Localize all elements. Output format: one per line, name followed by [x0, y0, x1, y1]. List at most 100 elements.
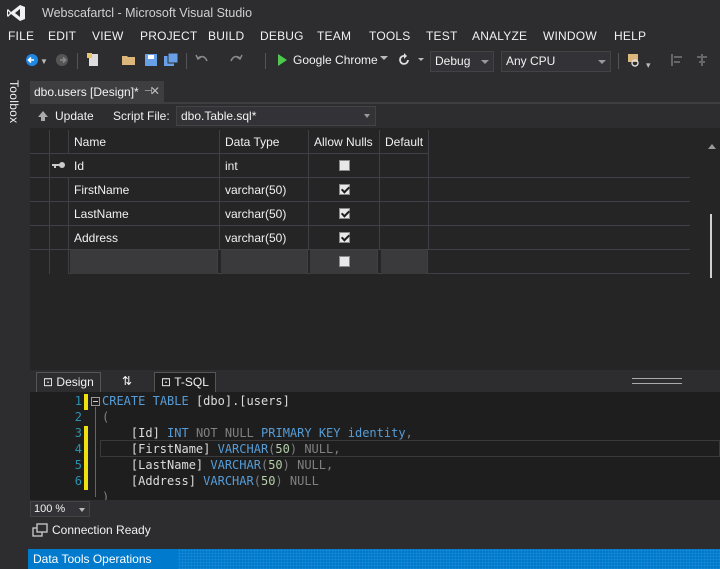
start-debugging-icon[interactable]: [274, 52, 290, 68]
designer-pane-tabs: ⊡ Design ⇅ ⊡ T-SQL: [30, 370, 720, 392]
code-line[interactable]: [LastName] VARCHAR(50) NULL,: [102, 458, 333, 472]
allow-nulls-checkbox[interactable]: [339, 160, 350, 171]
platform-dropdown[interactable]: Any CPU: [501, 51, 611, 72]
new-project-icon[interactable]: [86, 52, 102, 68]
new-table-row[interactable]: [30, 250, 690, 274]
row-selector[interactable]: [30, 202, 50, 226]
cell-data-type[interactable]: int: [220, 154, 309, 178]
vertical-scrollbar[interactable]: [706, 134, 718, 364]
menu-file[interactable]: FILE: [8, 29, 34, 43]
allow-nulls-checkbox[interactable]: [339, 184, 350, 195]
menu-debug[interactable]: DEBUG: [260, 29, 304, 43]
refresh-icon[interactable]: [396, 52, 412, 68]
outline-guide: [95, 407, 96, 497]
cell-data-type-new[interactable]: [221, 250, 308, 274]
column-header-name[interactable]: Name: [69, 130, 220, 154]
close-tab-icon[interactable]: ✕: [150, 84, 160, 98]
configuration-value: Debug: [435, 54, 471, 68]
menu-test[interactable]: TEST: [426, 29, 457, 43]
code-line[interactable]: CREATE TABLE [dbo].[users]: [102, 394, 290, 408]
menu-window[interactable]: WINDOW: [543, 29, 597, 43]
navigate-back-icon[interactable]: [24, 52, 40, 68]
menu-help[interactable]: HELP: [614, 29, 646, 43]
scroll-up-icon[interactable]: [708, 144, 716, 149]
row-selector[interactable]: [30, 154, 50, 178]
cell-default[interactable]: [380, 226, 429, 250]
table-row[interactable]: Address varchar(50): [30, 226, 690, 250]
save-icon[interactable]: [143, 52, 159, 68]
column-header-allow-nulls[interactable]: Allow Nulls: [309, 130, 380, 154]
allow-nulls-checkbox[interactable]: [339, 208, 350, 219]
browser-target[interactable]: Google Chrome: [293, 53, 378, 67]
platform-value: Any CPU: [506, 54, 556, 68]
undo-icon[interactable]: [194, 52, 210, 68]
document-tab[interactable]: dbo.users [Design]* ⊣: [30, 81, 164, 102]
menu-team[interactable]: TEAM: [317, 29, 351, 43]
row-header-corner: [30, 130, 50, 154]
menu-project[interactable]: PROJECT: [140, 29, 197, 43]
find-in-files-icon[interactable]: [626, 52, 642, 68]
update-button[interactable]: Update: [36, 107, 94, 125]
connection-status: Connection Ready: [52, 523, 151, 537]
scrollbar-thumb[interactable]: [710, 214, 712, 278]
code-line[interactable]: [Address] VARCHAR(50) NULL: [102, 474, 319, 488]
cell-name[interactable]: FirstName: [69, 178, 220, 202]
menu-edit[interactable]: EDIT: [48, 29, 76, 43]
cell-name-new[interactable]: [70, 250, 218, 274]
browser-dropdown-icon[interactable]: [380, 56, 388, 60]
change-marker: [84, 426, 88, 490]
refresh-dropdown-icon[interactable]: [418, 58, 424, 61]
cell-default-new[interactable]: [381, 250, 428, 274]
code-line[interactable]: (: [102, 410, 109, 424]
script-file-label: Script File:: [113, 109, 170, 123]
align-center-icon[interactable]: [694, 52, 710, 68]
configuration-dropdown[interactable]: Debug: [430, 51, 494, 72]
change-marker: [84, 394, 88, 410]
redo-icon[interactable]: [228, 52, 244, 68]
menu-build[interactable]: BUILD: [208, 29, 244, 43]
row-selector[interactable]: [30, 250, 50, 274]
column-header-default[interactable]: Default: [380, 130, 429, 154]
allow-nulls-checkbox[interactable]: [339, 256, 350, 267]
cell-data-type[interactable]: varchar(50): [220, 178, 309, 202]
navigate-forward-icon[interactable]: [54, 52, 70, 68]
align-left-icon[interactable]: [670, 52, 686, 68]
code-line[interactable]: [FirstName] VARCHAR(50) NULL,: [102, 442, 341, 456]
menu-view[interactable]: VIEW: [92, 29, 123, 43]
cell-name[interactable]: LastName: [69, 202, 220, 226]
cell-default[interactable]: [380, 202, 429, 226]
save-all-icon[interactable]: [163, 52, 179, 68]
splitter-grip[interactable]: [632, 378, 682, 384]
editor-zoom-bar: 100 %: [30, 500, 720, 518]
cell-data-type[interactable]: varchar(50): [220, 226, 309, 250]
row-selector[interactable]: [30, 226, 50, 250]
key-column-header: [50, 130, 69, 154]
menu-analyze[interactable]: ANALYZE: [472, 29, 527, 43]
tab-tsql[interactable]: ⊡ T-SQL: [154, 372, 216, 392]
script-file-dropdown[interactable]: dbo.Table.sql*: [176, 106, 376, 126]
code-line[interactable]: ): [102, 490, 109, 500]
allow-nulls-checkbox[interactable]: [339, 232, 350, 243]
toolbar-overflow-icon[interactable]: ▾: [646, 60, 651, 71]
cell-name[interactable]: Address: [69, 226, 220, 250]
tsql-editor[interactable]: 1 2 3 4 5 6 CREATE TABLE [dbo].[users] (…: [30, 392, 720, 500]
collapse-icon[interactable]: [91, 397, 100, 406]
row-selector[interactable]: [30, 178, 50, 202]
toolbox-tab[interactable]: Toolbox: [7, 80, 21, 123]
zoom-dropdown[interactable]: 100 %: [30, 501, 90, 517]
cell-data-type[interactable]: varchar(50): [220, 202, 309, 226]
tab-design[interactable]: ⊡ Design: [36, 372, 101, 392]
swap-panes-icon: ⇅: [122, 374, 133, 388]
table-row[interactable]: FirstName varchar(50): [30, 178, 690, 202]
code-line[interactable]: [Id] INT NOT NULL PRIMARY KEY identity,: [102, 426, 413, 440]
cell-name[interactable]: Id: [69, 154, 220, 178]
open-file-icon[interactable]: [121, 52, 137, 68]
swap-panes-button[interactable]: ⇅: [116, 372, 138, 392]
menu-tools[interactable]: TOOLS: [369, 29, 410, 43]
cell-default[interactable]: [380, 154, 429, 178]
table-row[interactable]: LastName varchar(50): [30, 202, 690, 226]
column-header-data-type[interactable]: Data Type: [220, 130, 309, 154]
cell-default[interactable]: [380, 178, 429, 202]
table-row[interactable]: Id int: [30, 154, 690, 178]
toolbox-strip: [0, 74, 28, 569]
